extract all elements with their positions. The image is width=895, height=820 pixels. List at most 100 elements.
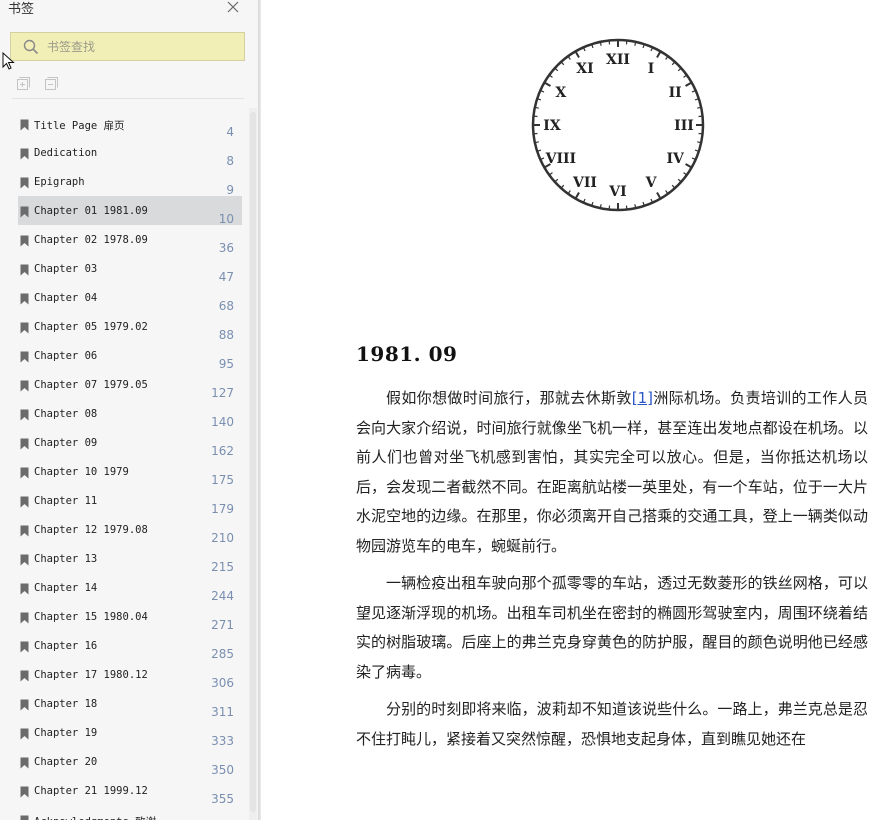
paragraph-2: 一辆检疫出租车驶向那个孤零零的车站，透过无数菱形的铁丝网格，可以望见逐渐浮现的机…: [356, 574, 868, 681]
bookmark-label: Chapter 15 1980.04: [34, 611, 148, 623]
bookmark-item[interactable]: Dedication 8: [18, 138, 242, 168]
bookmark-item[interactable]: Chapter 21 1999.12 355: [18, 776, 242, 806]
clock-tick: [534, 106, 539, 109]
clock-numeral: VII: [572, 175, 597, 191]
bookmark-label: Chapter 19: [34, 727, 98, 739]
bookmark-label: Chapter 10 1979: [34, 466, 129, 478]
bookmark-icon: [20, 699, 29, 711]
bookmark-item[interactable]: Chapter 20 350: [18, 747, 242, 777]
bookmark-item[interactable]: Chapter 09 162: [18, 428, 242, 458]
clock-numeral: III: [674, 118, 694, 134]
bookmark-page-number: 127: [211, 386, 234, 400]
bookmark-item[interactable]: Chapter 06 95: [18, 341, 242, 371]
sidebar-scrollbar-thumb[interactable]: [250, 112, 256, 812]
bookmark-list: Title Page 扉页 4 Dedication 8 Epigraph 9 Chapte…: [0, 108, 258, 820]
bookmark-page-number: 95: [218, 357, 234, 371]
bookmark-page-number: 179: [211, 502, 234, 516]
bookmark-item[interactable]: Epigraph 9: [18, 167, 242, 197]
bookmark-item[interactable]: Chapter 18 311: [18, 689, 242, 719]
sidebar-title: 书签: [8, 2, 35, 17]
bookmark-label: Chapter 06: [34, 350, 98, 362]
bookmark-icon: [20, 293, 29, 305]
bookmark-search-input[interactable]: [47, 39, 237, 54]
bookmark-item[interactable]: Title Page 扉页 4: [18, 109, 242, 139]
bookmark-item[interactable]: Chapter 08 140: [18, 399, 242, 429]
bookmark-label: Chapter 11: [34, 495, 98, 507]
bookmark-item[interactable]: Chapter 07 1979.05 127: [18, 370, 242, 400]
bookmark-icon: [20, 612, 29, 624]
bookmark-icon: [20, 235, 29, 247]
bookmark-label: Chapter 04: [34, 292, 98, 304]
search-icon: [22, 38, 40, 56]
bookmark-label: Title Page 扉页: [34, 120, 125, 132]
bookmark-page-number: 210: [211, 531, 234, 545]
clock-illustration: XIIIIIIIIIVVVIVIIVIIIIXXXI: [531, 38, 705, 212]
bookmark-item[interactable]: Chapter 04 68: [18, 283, 242, 313]
chapter-body: 假如你想做时间旅行，那就去休斯敦[1]洲际机场。负责培训的工作人员会向大家介绍说…: [356, 384, 868, 762]
bookmark-toolbar: [15, 75, 75, 93]
paragraph-1-lead: 假如你想做时间旅行，那就去休斯敦: [386, 389, 632, 407]
bookmark-label: Acknowledgments 致谢: [34, 814, 156, 820]
clock-tick: [599, 204, 602, 209]
clock-numeral: V: [645, 175, 658, 191]
bookmark-item[interactable]: Chapter 12 1979.08 210: [18, 515, 242, 545]
bookmark-page-number: 333: [211, 734, 234, 748]
bookmark-page-number: 306: [211, 676, 234, 690]
bookmark-page-number: 175: [211, 473, 234, 487]
expand-all-icon[interactable]: [15, 75, 31, 91]
bookmark-item[interactable]: Chapter 14 244: [18, 573, 242, 603]
bookmark-item[interactable]: Chapter 05 1979.02 88: [18, 312, 242, 342]
bookmark-page-number: 285: [211, 647, 234, 661]
bookmark-sidebar: 书签 Title Page 扉页4Dedication8Epigraph9Cha…: [0, 0, 258, 820]
bookmark-item[interactable]: Chapter 02 1978.09 36: [18, 225, 242, 255]
bookmark-page-number: 271: [211, 618, 234, 632]
clock-numeral: XI: [576, 61, 593, 77]
bookmark-item[interactable]: Chapter 16 285: [18, 631, 242, 661]
chapter-title: 1981. 09: [356, 342, 458, 366]
bookmark-search-box[interactable]: [10, 32, 245, 61]
bookmark-label: Chapter 07 1979.05: [34, 379, 148, 391]
bookmark-label: Chapter 16: [34, 640, 98, 652]
bookmark-item[interactable]: Chapter 13 215: [18, 544, 242, 574]
bookmark-page-number: 311: [211, 705, 234, 719]
sidebar-scrollbar[interactable]: [249, 108, 257, 820]
bookmark-item[interactable]: Chapter 15 1980.04 271: [18, 602, 242, 632]
bookmark-page-number: 8: [226, 154, 234, 168]
bookmark-item[interactable]: Acknowledgments 致谢: [18, 805, 242, 820]
close-icon[interactable]: [224, 0, 242, 15]
bookmark-icon: [20, 757, 29, 769]
bookmark-icon: [20, 351, 29, 363]
bookmark-icon: [20, 322, 29, 334]
bookmark-icon: [20, 380, 29, 392]
clock-numeral: VI: [608, 184, 626, 200]
bookmark-icon: [20, 641, 29, 653]
bookmark-icon: [20, 264, 29, 276]
bookmark-item[interactable]: Chapter 10 1979 175: [18, 457, 242, 487]
bookmark-item[interactable]: Chapter 11 179: [18, 486, 242, 516]
bookmark-item[interactable]: Chapter 17 1980.12 306: [18, 660, 242, 690]
bookmark-icon: [20, 467, 29, 479]
footnote-link[interactable]: [1]: [632, 389, 653, 407]
bookmark-item[interactable]: Chapter 01 1981.09 10: [18, 196, 242, 226]
bookmark-page-number: 4: [226, 125, 234, 139]
bookmark-icon: [20, 177, 29, 189]
bookmark-label: Chapter 14: [34, 582, 98, 594]
bookmark-item[interactable]: Chapter 19 333: [18, 718, 242, 748]
clock-tick: [534, 141, 539, 144]
bookmark-item[interactable]: Chapter 03 47: [18, 254, 242, 284]
bookmark-page-number: 215: [211, 560, 234, 574]
sidebar-header: 书签: [0, 0, 258, 18]
bookmark-label: Chapter 08: [34, 408, 98, 420]
clock-numeral: II: [669, 85, 682, 101]
bookmark-page-number: 47: [218, 270, 234, 284]
collapse-all-icon[interactable]: [43, 75, 59, 91]
bookmark-label: Chapter 03: [34, 263, 98, 275]
document-page: XII I II III IV V VI VII VIII IX X XI 1981. 09 假如你想…: [261, 0, 895, 820]
clock-numeral: XII: [606, 52, 630, 68]
bookmark-icon: [20, 670, 29, 682]
clock-tick: [697, 141, 702, 144]
bookmark-page-number: 68: [218, 299, 234, 313]
sidebar-divider: [12, 98, 244, 99]
bookmark-page-number: 355: [211, 792, 234, 806]
paragraph-1: 假如你想做时间旅行，那就去休斯敦[1]洲际机场。负责培训的工作人员会向大家介绍说…: [356, 384, 868, 561]
